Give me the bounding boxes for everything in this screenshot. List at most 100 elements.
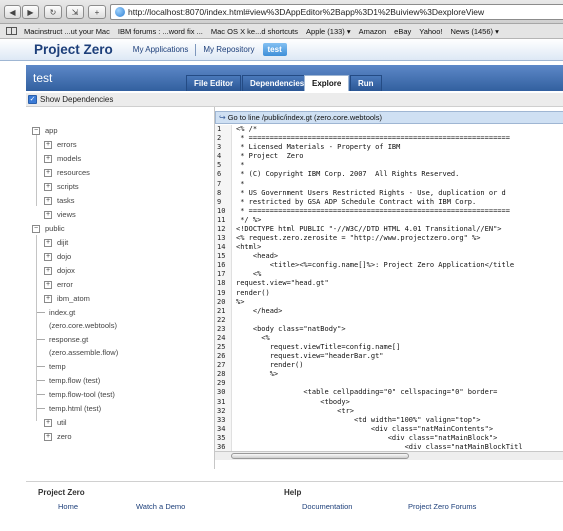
expand-icon[interactable]: +: [44, 210, 52, 219]
code-line[interactable]: 28 %>: [215, 370, 563, 379]
goto-line-bar[interactable]: ↪ Go to line /public/index.gt (zero.core…: [215, 111, 563, 124]
back-button[interactable]: ◀: [4, 5, 21, 19]
code-line[interactable]: 25 request.viewTitle=config.name[]: [215, 343, 563, 352]
footer-link-home[interactable]: Home: [58, 502, 78, 511]
expand-icon[interactable]: +: [44, 432, 52, 441]
nav-active-app[interactable]: test: [262, 43, 287, 56]
collapse-icon[interactable]: −: [32, 126, 40, 135]
code-line[interactable]: 6 * (C) Copyright IBM Corp. 2007 All Rig…: [215, 170, 563, 179]
tree-item-temp-flow-tool[interactable]: temp.flow-tool (test): [37, 390, 115, 399]
tree-item-dojo[interactable]: + dojo: [44, 252, 71, 261]
code-line[interactable]: 22: [215, 316, 563, 325]
footer-link-forums[interactable]: Project Zero Forums: [408, 502, 476, 511]
code-line[interactable]: 10 * ===================================…: [215, 207, 563, 216]
code-line[interactable]: 33 <td width="100%" valign="top">: [215, 416, 563, 425]
footer-link-documentation[interactable]: Documentation: [302, 502, 352, 511]
code-line[interactable]: 2 * ====================================…: [215, 134, 563, 143]
code-line[interactable]: 12 <!DOCTYPE html PUBLIC "-//W3C//DTD HTM…: [215, 225, 563, 234]
code-line[interactable]: 23 <body class="natBody">: [215, 325, 563, 334]
code-line[interactable]: 24 <%: [215, 334, 563, 343]
code-line[interactable]: 21 </head>: [215, 307, 563, 316]
code-line[interactable]: 32 <tr>: [215, 407, 563, 416]
code-line[interactable]: 20 %>: [215, 298, 563, 307]
tree-item-resources[interactable]: + resources: [44, 168, 90, 177]
footer-link-watch-demo[interactable]: Watch a Demo: [136, 502, 185, 511]
bookmark-amazon[interactable]: Amazon: [359, 27, 387, 36]
reload-button[interactable]: ↻: [44, 5, 62, 19]
expand-icon[interactable]: +: [44, 252, 52, 261]
code-line[interactable]: 3 * Licensed Materials - Property of IBM: [215, 143, 563, 152]
nav-my-repository[interactable]: My Repository: [203, 45, 254, 54]
bookmark-yahoo[interactable]: Yahoo!: [419, 27, 442, 36]
code-line[interactable]: 19 render(): [215, 289, 563, 298]
tree-item-scripts[interactable]: + scripts: [44, 182, 79, 191]
expand-icon[interactable]: +: [44, 418, 52, 427]
code-line[interactable]: 34 <div class="natMainContents">: [215, 425, 563, 434]
tree-item-ibm-atom[interactable]: + ibm_atom: [44, 294, 90, 303]
expand-icon[interactable]: +: [44, 238, 52, 247]
tree-item-temp-html[interactable]: temp.html (test): [37, 404, 101, 413]
tree-item-app[interactable]: − app: [32, 126, 58, 135]
code-line[interactable]: 14 <html>: [215, 243, 563, 252]
expand-icon[interactable]: +: [44, 294, 52, 303]
collapse-icon[interactable]: −: [32, 224, 40, 233]
code-line[interactable]: 13 <% request.zero.zerosite = "http://www…: [215, 234, 563, 243]
tree-item-tasks[interactable]: + tasks: [44, 196, 75, 205]
code-line[interactable]: 1 <% /*: [215, 125, 563, 134]
code-line[interactable]: 30 <table cellpadding="0" cellspacing="0…: [215, 388, 563, 397]
code-line[interactable]: 7 *: [215, 180, 563, 189]
tree-item-dijit[interactable]: + dijit: [44, 238, 68, 247]
tree-item-index-gt[interactable]: index.gt: [37, 308, 75, 317]
address-bar[interactable]: http://localhost:8070/index.html#view%3D…: [110, 4, 563, 20]
tree-item-views[interactable]: + views: [44, 210, 76, 219]
code-line[interactable]: 11 */ %>: [215, 216, 563, 225]
code-line[interactable]: 35 <div class="natMainBlock">: [215, 434, 563, 443]
open-book-icon[interactable]: [6, 27, 17, 35]
nav-my-applications[interactable]: My Applications: [133, 45, 189, 54]
bookmark-ibm-forums[interactable]: IBM forums : ...word fix ...: [118, 27, 203, 36]
tab-run[interactable]: Run: [350, 75, 382, 91]
code-line[interactable]: 18 request.view="head.gt": [215, 279, 563, 288]
expand-icon[interactable]: +: [44, 154, 52, 163]
bookmark-ebay[interactable]: eBay: [394, 27, 411, 36]
tab-file-editor[interactable]: File Editor: [186, 75, 242, 91]
code-area[interactable]: 1 <% /* 2 * ==============================…: [215, 125, 563, 452]
tree-item-temp-flow[interactable]: temp.flow (test): [37, 376, 100, 385]
code-line[interactable]: 29: [215, 379, 563, 388]
tab-dependencies[interactable]: Dependencies: [242, 75, 313, 91]
code-line[interactable]: 17 <%: [215, 270, 563, 279]
code-line[interactable]: 27 render(): [215, 361, 563, 370]
code-line[interactable]: 8 * US Government Users Restricted Right…: [215, 189, 563, 198]
tree-item-error[interactable]: + error: [44, 280, 73, 289]
horizontal-scrollbar[interactable]: [215, 451, 563, 460]
code-line[interactable]: 4 * Project Zero: [215, 152, 563, 161]
tab-explore[interactable]: Explore: [304, 75, 350, 91]
bookmark-mac-os-x[interactable]: Mac OS X ke...d shortcuts: [211, 27, 298, 36]
expand-icon[interactable]: +: [44, 266, 52, 275]
tree-item-public[interactable]: − public: [32, 224, 65, 233]
code-line[interactable]: 16 <title><%=config.name[]%>: Project Ze…: [215, 261, 563, 270]
snapback-button[interactable]: ⇲: [66, 5, 84, 19]
tree-item-errors[interactable]: + errors: [44, 140, 77, 149]
tree-item-util[interactable]: + util: [44, 418, 67, 427]
show-dependencies-checkbox[interactable]: ✓: [28, 95, 37, 104]
tree-item-temp[interactable]: temp: [37, 362, 66, 371]
tree-item-dojox[interactable]: + dojox: [44, 266, 75, 275]
bookmark-news[interactable]: News (1456) ▾: [450, 27, 498, 36]
expand-icon[interactable]: +: [44, 140, 52, 149]
expand-icon[interactable]: +: [44, 196, 52, 205]
tree-item-response-gt[interactable]: response.gt: [37, 335, 88, 344]
code-line[interactable]: 5 *: [215, 161, 563, 170]
code-line[interactable]: 9 * restricted by GSA ADP Schedule Contr…: [215, 198, 563, 207]
expand-icon[interactable]: +: [44, 168, 52, 177]
forward-button[interactable]: ▶: [22, 5, 39, 19]
code-line[interactable]: 26 request.view="headerBar.gt": [215, 352, 563, 361]
scrollbar-thumb[interactable]: [231, 453, 409, 459]
code-line[interactable]: 31 <tbody>: [215, 398, 563, 407]
expand-icon[interactable]: +: [44, 280, 52, 289]
code-line[interactable]: 15 <head>: [215, 252, 563, 261]
add-bookmark-button[interactable]: +: [88, 5, 106, 19]
bookmark-macinstruct[interactable]: Macinstruct ...ut your Mac: [24, 27, 110, 36]
expand-icon[interactable]: +: [44, 182, 52, 191]
tree-item-models[interactable]: + models: [44, 154, 81, 163]
